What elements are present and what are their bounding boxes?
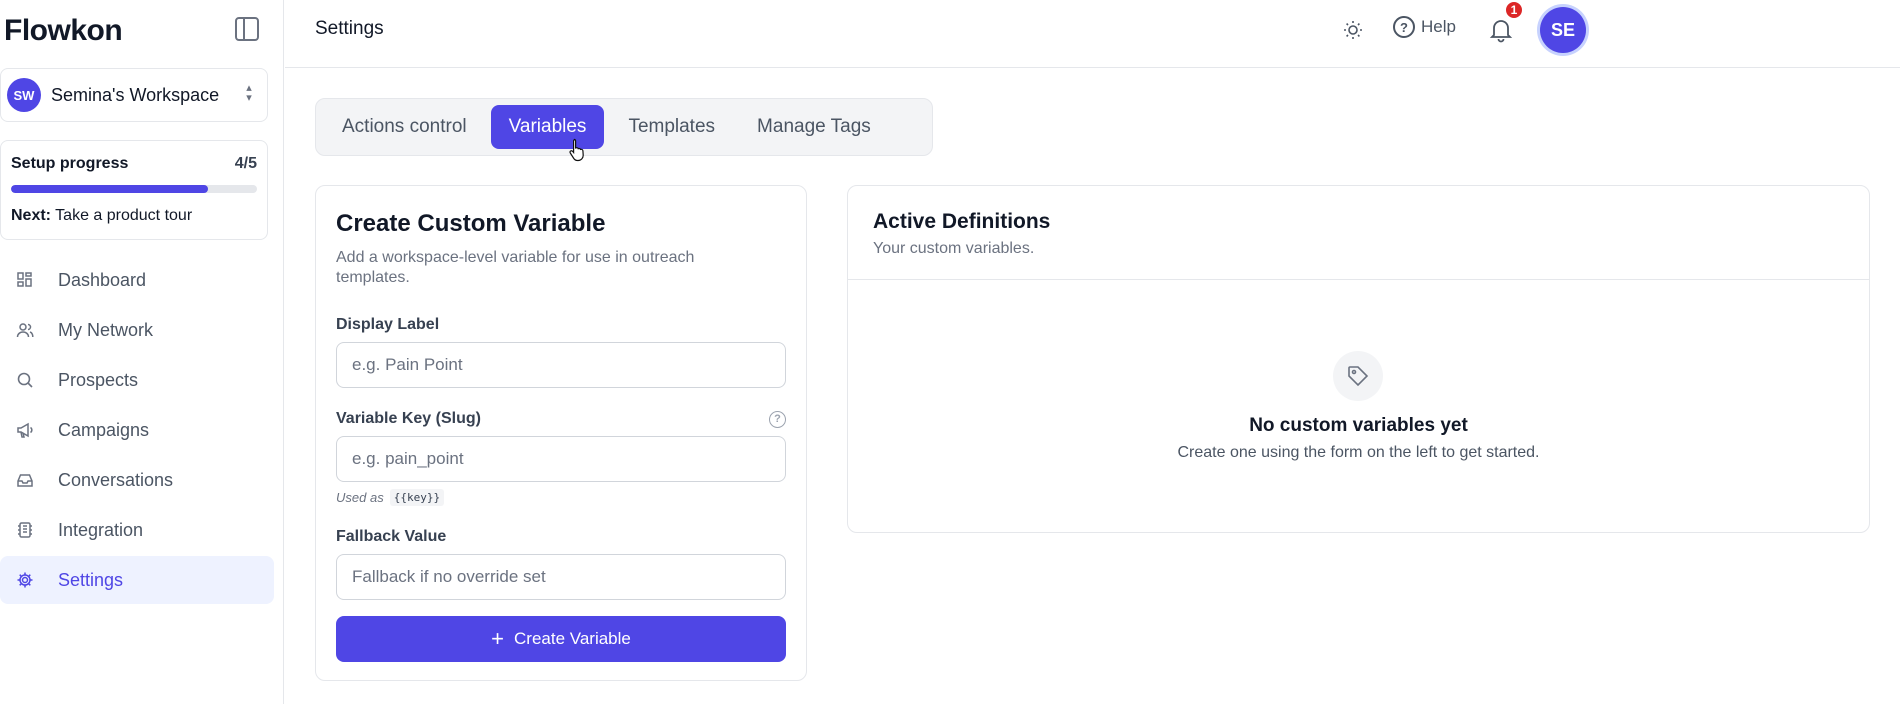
help-icon: ? <box>1393 16 1415 38</box>
create-variable-button[interactable]: + Create Variable <box>336 616 786 662</box>
gear-icon <box>16 571 34 589</box>
fallback-label: Fallback Value <box>336 528 786 546</box>
pointer-cursor-icon <box>568 138 588 162</box>
notifications-bell-icon[interactable] <box>1487 16 1515 44</box>
question-circle-icon[interactable]: ? <box>769 410 786 428</box>
workspace-name: Semina's Workspace <box>51 84 220 105</box>
page-title: Settings <box>315 18 384 39</box>
sidebar-item-conversations[interactable]: Conversations <box>0 456 274 504</box>
display-label-input[interactable] <box>336 342 786 388</box>
used-as-text: Used as <box>336 490 384 505</box>
theme-toggle-sun-icon[interactable] <box>1341 18 1365 42</box>
display-label-label: Display Label <box>336 316 786 334</box>
create-variable-card: Create Custom Variable Add a workspace-l… <box>315 185 807 681</box>
setup-next-step: Next: Take a product tour <box>11 207 257 225</box>
top-header: Settings <box>285 0 1900 68</box>
variable-key-label: Variable Key (Slug) ? <box>336 410 786 428</box>
sidebar-item-label: Settings <box>58 569 124 590</box>
sidebar-item-dashboard[interactable]: Dashboard <box>0 256 274 304</box>
setup-progress-fill <box>11 185 208 193</box>
create-variable-button-label: Create Variable <box>514 629 631 648</box>
create-variable-title: Create Custom Variable <box>336 210 606 237</box>
sidebar-item-label: Prospects <box>58 369 139 390</box>
fallback-text: Fallback Value <box>336 528 447 545</box>
sidebar-toggle-icon[interactable] <box>235 17 259 41</box>
display-label-group: Display Label <box>336 316 786 388</box>
integration-icon <box>16 521 34 539</box>
sidebar-item-settings[interactable]: Settings <box>0 556 274 604</box>
help-label: Help <box>1421 17 1456 36</box>
sidebar-nav: Dashboard My Network Prospects Campaigns… <box>0 256 274 606</box>
tag-icon <box>1333 351 1383 401</box>
sidebar-item-my-network[interactable]: My Network <box>0 306 274 354</box>
display-label-text: Display Label <box>336 316 440 333</box>
variable-key-input[interactable] <box>336 436 786 482</box>
create-variable-subtitle: Add a workspace-level variable for use i… <box>336 249 695 286</box>
sidebar-item-integration[interactable]: Integration <box>0 506 274 554</box>
active-definitions-header: Active Definitions Your custom variables… <box>848 186 1869 280</box>
empty-state-title: No custom variables yet <box>1249 415 1468 436</box>
tab-actions-control[interactable]: Actions control <box>324 105 485 149</box>
setup-next-label: Next: <box>11 207 52 224</box>
sidebar-item-label: Conversations <box>58 469 174 490</box>
notification-badge: 1 <box>1504 0 1524 20</box>
active-definitions-title: Active Definitions <box>873 210 1051 233</box>
setup-progress-card[interactable]: Setup progress 4/5 Next: Take a product … <box>0 140 268 240</box>
variable-key-hint: Used as {{key}} <box>336 489 786 506</box>
chevron-updown-icon: ▴ ▾ <box>246 82 252 104</box>
plus-icon: + <box>491 626 504 651</box>
fallback-input[interactable] <box>336 554 786 600</box>
tab-manage-tags[interactable]: Manage Tags <box>739 105 889 149</box>
variable-key-text: Variable Key (Slug) <box>336 410 481 427</box>
sidebar-item-label: Campaigns <box>58 419 150 440</box>
sidebar-item-prospects[interactable]: Prospects <box>0 356 274 404</box>
grid-icon <box>16 271 34 289</box>
workspace-avatar: SW <box>7 78 41 112</box>
setup-progress-count: 4/5 <box>234 155 257 172</box>
sidebar: Flowkon SW Semina's Workspace ▴ ▾ Setup p… <box>0 0 284 704</box>
sidebar-item-campaigns[interactable]: Campaigns <box>0 406 274 454</box>
active-definitions-subtitle: Your custom variables. <box>873 240 1035 257</box>
megaphone-icon <box>16 421 34 439</box>
search-icon <box>16 371 34 389</box>
sidebar-item-label: My Network <box>58 319 154 340</box>
logo[interactable]: Flowkon <box>4 14 123 48</box>
sidebar-item-label: Integration <box>58 519 144 540</box>
workspace-switcher[interactable]: SW Semina's Workspace ▴ ▾ <box>0 68 268 122</box>
variable-key-group: Variable Key (Slug) ? Used as {{key}} <box>336 410 786 506</box>
user-avatar[interactable]: SE <box>1540 7 1586 53</box>
used-as-code: {{key}} <box>389 489 445 506</box>
help-button[interactable]: ? Help <box>1393 16 1456 38</box>
setup-progress-title: Setup progress <box>11 155 129 172</box>
settings-tabs: Actions control Variables Templates Mana… <box>315 98 933 156</box>
tab-templates[interactable]: Templates <box>610 105 733 149</box>
users-icon <box>16 321 34 339</box>
setup-next-text: Take a product tour <box>55 207 193 224</box>
empty-state-subtitle: Create one using the form on the left to… <box>1177 444 1540 461</box>
active-definitions-card: Active Definitions Your custom variables… <box>847 185 1870 533</box>
sidebar-item-label: Dashboard <box>58 269 147 290</box>
inbox-icon <box>16 471 34 489</box>
setup-progress-bar <box>11 185 257 193</box>
fallback-group: Fallback Value <box>336 528 786 600</box>
